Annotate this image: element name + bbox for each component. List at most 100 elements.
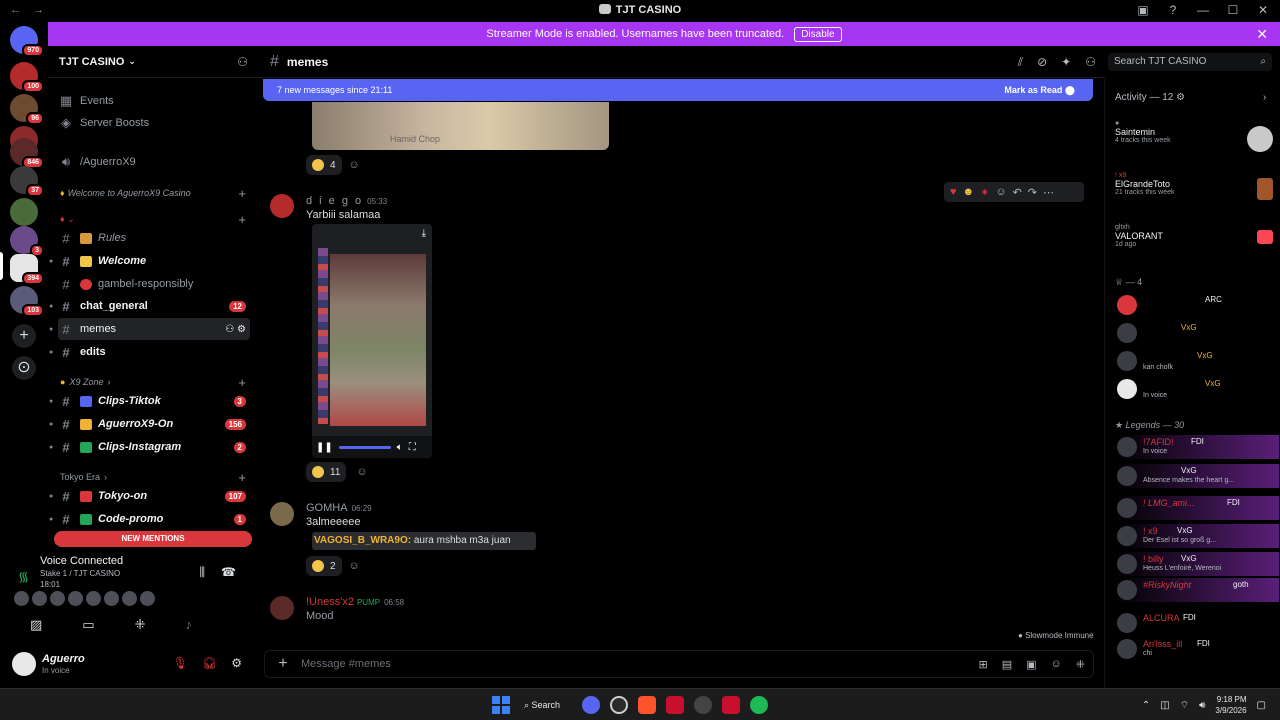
username[interactable]: Aguerro (42, 653, 85, 665)
member-item[interactable]: #RiskyNight goth (1115, 578, 1279, 602)
add-reaction-icon[interactable]: ☺ (352, 462, 372, 482)
member-item[interactable]: ARC (1115, 293, 1279, 317)
app-icon[interactable] (694, 696, 712, 714)
close-button[interactable]: ✕ (1256, 3, 1270, 17)
image-attachment[interactable]: Hamid Chop (312, 102, 609, 150)
activity-header[interactable]: Activity — 12 ⚙ › (1115, 92, 1266, 103)
avatar[interactable] (270, 194, 294, 218)
sidebar-item-events[interactable]: ▦ Events (58, 90, 250, 112)
activity-item[interactable]: ● Saintemin 4 tracks this week (1115, 120, 1275, 152)
gift-icon[interactable]: ⊞ (979, 658, 988, 671)
download-icon[interactable]: ⤓ (422, 228, 426, 239)
channel-clips-instagram[interactable]: ● # Clips-Instagram 2 (49, 436, 250, 458)
channel-chat-general[interactable]: ● # chat_general 12 (49, 295, 250, 317)
quoted-message[interactable]: VAGOSI_B_WRA9O: aura mshba m3a juan (312, 532, 536, 550)
noise-suppression-icon[interactable]: ⫼ (200, 565, 206, 580)
channel-welcome[interactable]: ● # Welcome (49, 250, 250, 272)
category-tokyo-era[interactable]: Tokyo Era › + (60, 470, 250, 485)
add-reaction-icon[interactable]: ☺ (344, 155, 364, 175)
close-icon[interactable]: ✕ (1256, 26, 1268, 43)
soundboard-icon[interactable]: ♪ (186, 617, 193, 633)
add-channel-icon[interactable]: + (238, 212, 246, 227)
inbox-icon[interactable]: ▣ (1136, 3, 1150, 17)
avatar[interactable] (14, 591, 29, 606)
notification-icon[interactable]: ▢ (1257, 700, 1266, 711)
server-icon[interactable]: 96 (10, 94, 44, 125)
channel-edits[interactable]: ● # edits (49, 341, 250, 363)
member-item[interactable]: An'lsss_ill FDI chi (1115, 637, 1279, 661)
server-icon[interactable]: 846 (10, 138, 44, 169)
help-icon[interactable]: ? (1166, 3, 1180, 17)
app-icon[interactable] (722, 696, 740, 714)
sidebar-item-voice[interactable]: 🔊︎ /AguerroX9 (58, 151, 250, 173)
member-item[interactable]: !7AFID! FDI In voice (1115, 435, 1279, 459)
channel-clips-tiktok[interactable]: ● # Clips-Tiktok 3 (49, 390, 250, 412)
gif-icon[interactable]: ▤ (1002, 658, 1012, 671)
member-item[interactable]: VxG (1115, 321, 1279, 345)
volume-slider[interactable] (338, 445, 391, 449)
signal-icon[interactable]: ᯾ (18, 567, 29, 585)
new-messages-bar[interactable]: 7 new messages since 21:11 Mark as Read … (263, 79, 1093, 101)
windows-start-icon[interactable] (492, 696, 510, 714)
category-unnamed[interactable]: ♦ ⌄ + (60, 212, 250, 227)
volume-icon[interactable]: 🔈︎ (397, 442, 403, 453)
avatar[interactable] (270, 596, 294, 620)
channel-memes[interactable]: ● # memes ⚇ ⚙ (49, 318, 250, 340)
gear-icon[interactable]: ⚙ (1176, 92, 1185, 103)
app-icon[interactable] (666, 696, 684, 714)
server-icon[interactable]: 37 (10, 166, 44, 197)
guild-header[interactable]: TJT CASINO ⌄ ⚇ (48, 46, 256, 78)
forward-icon[interactable]: ↷ (1028, 186, 1037, 199)
deafen-icon[interactable]: 🎧︎ (202, 656, 217, 670)
channel-gambel-responsibly[interactable]: # gambel-responsibly (58, 273, 250, 295)
wifi-icon[interactable]: ⌔ (1180, 699, 1189, 712)
member-item[interactable]: ! billy VxG Heuss L'enfoiré, Werenoi (1115, 552, 1279, 576)
video-attachment[interactable]: ⤓ ❚❚ 🔈︎ ⛶ (312, 224, 432, 458)
sticker-icon[interactable]: ▣ (1026, 658, 1036, 671)
discord-app-icon[interactable] (582, 696, 600, 714)
clock[interactable]: 9:18 PM 3/9/2026 (1215, 694, 1246, 716)
pause-icon[interactable]: ❚❚ (316, 442, 333, 453)
avatar[interactable] (122, 591, 137, 606)
laughing-reaction-icon[interactable]: ☻ (963, 186, 975, 198)
avatar[interactable] (32, 591, 47, 606)
attach-icon[interactable]: + (265, 655, 301, 673)
server-icon[interactable]: 103 (10, 286, 44, 317)
volume-icon[interactable]: 🔊︎ (1199, 700, 1205, 711)
maximize-button[interactable]: ☐ (1226, 3, 1240, 17)
avatar[interactable] (86, 591, 101, 606)
new-mentions-button[interactable]: NEW MENTIONS (54, 531, 252, 547)
avatar[interactable] (270, 502, 294, 526)
github-app-icon[interactable] (610, 696, 628, 714)
avatar[interactable] (68, 591, 83, 606)
sidebar-item-server-boosts[interactable]: ◈ Server Boosts (58, 112, 250, 134)
minimize-button[interactable]: — (1196, 3, 1210, 17)
server-icon[interactable]: 100 (10, 62, 44, 93)
avatar[interactable] (104, 591, 119, 606)
message-author[interactable]: GOMHA 06:29 (306, 502, 372, 514)
activities-icon[interactable]: ⁜ (135, 617, 146, 633)
disable-button[interactable]: Disable (794, 26, 842, 42)
reaction-laugh[interactable]: 2 (306, 556, 342, 576)
taskbar-search[interactable]: ⌕ Search (520, 695, 572, 715)
avatar[interactable] (12, 652, 36, 676)
member-item[interactable]: ! x9 VxG Der Esel ist so groß g... (1115, 524, 1279, 548)
mark-as-read-button[interactable]: Mark as Read ⬤ (1004, 85, 1075, 96)
direct-messages-icon[interactable]: 970 (10, 26, 44, 57)
server-icon[interactable] (10, 198, 38, 226)
member-item[interactable]: VxG Absence makes the heart g... (1115, 464, 1279, 488)
spotify-app-icon[interactable] (750, 696, 768, 714)
voice-channel[interactable]: Stake 1 / TJT CASINO (40, 569, 120, 578)
emoji-icon[interactable]: ☺ (1051, 658, 1062, 671)
message-composer[interactable]: + Message #memes ⊞ ▤ ▣ ☺ ⁜ (264, 650, 1094, 678)
brave-app-icon[interactable] (638, 696, 656, 714)
chevron-up-icon[interactable]: ⌃ (1142, 700, 1150, 711)
channel-tokyo-on[interactable]: ● # Tokyo-on 107 (49, 485, 250, 507)
more-icon[interactable]: ⋯ (1043, 186, 1054, 199)
disconnect-icon[interactable]: ☎ (221, 565, 236, 580)
network-icon[interactable]: ◫ (1160, 700, 1169, 711)
gear-icon[interactable]: ⚙ (231, 656, 242, 670)
members-icon[interactable]: ⚇ (1085, 55, 1096, 70)
server-icon-tjt-casino[interactable]: 394 (10, 254, 44, 285)
message-author[interactable]: !Uness'x2 PUMP 06:58 (306, 596, 404, 608)
